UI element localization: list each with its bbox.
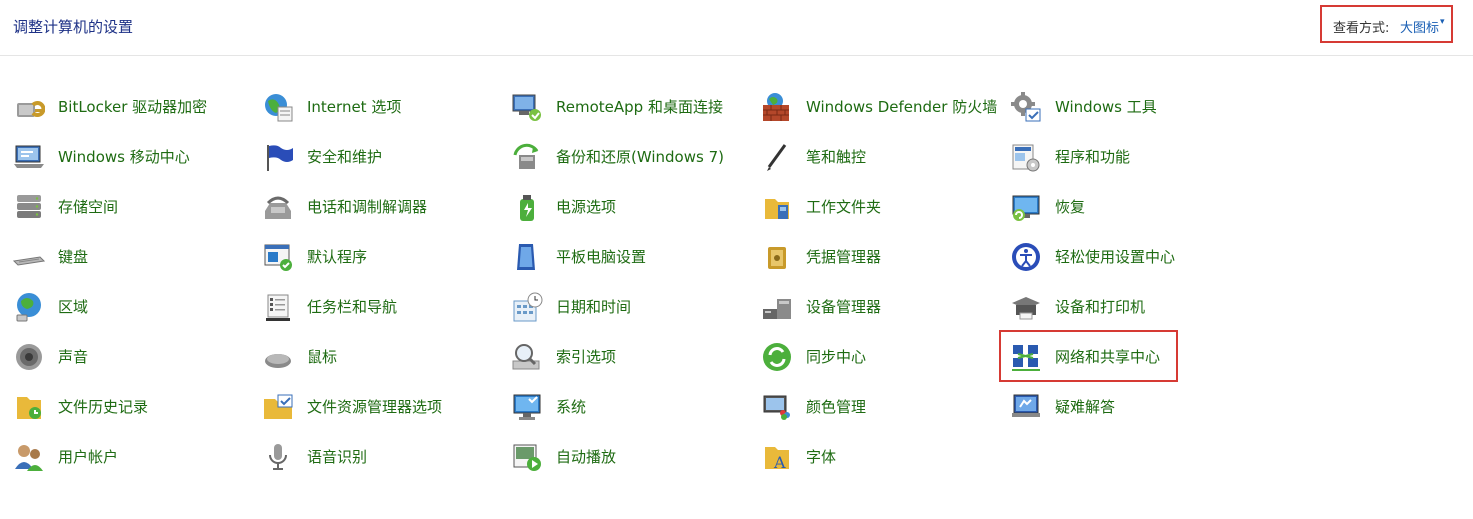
ease-of-access-icon [1009, 240, 1043, 274]
control-panel-items: BitLocker 驱动器加密 Internet 选项 RemoteApp 和桌… [12, 82, 1262, 482]
item-system[interactable]: 系统 [510, 382, 760, 432]
item-sync-center[interactable]: 同步中心 [760, 332, 1009, 382]
troubleshooting-icon [1009, 390, 1043, 424]
item-region[interactable]: 区域 [12, 282, 261, 332]
item-backup-restore[interactable]: 备份和还原(Windows 7) [510, 132, 760, 182]
user-accounts-icon [12, 440, 46, 474]
view-by-label: 查看方式: [1333, 21, 1390, 36]
keyboard-icon [12, 240, 46, 274]
pen-touch-icon [760, 140, 794, 174]
sync-center-icon [760, 340, 794, 374]
indexing-options-icon [510, 340, 544, 374]
chevron-down-icon[interactable]: ▾ [1440, 17, 1445, 27]
item-windows-tools[interactable]: Windows 工具 [1009, 82, 1258, 132]
phone-modem-icon [261, 190, 295, 224]
internet-options-icon [261, 90, 295, 124]
item-default-programs[interactable]: 默认程序 [261, 232, 510, 282]
device-manager-icon [760, 290, 794, 324]
mouse-icon [261, 340, 295, 374]
item-firewall[interactable]: Windows Defender 防火墙 [760, 82, 1009, 132]
item-remoteapp[interactable]: RemoteApp 和桌面连接 [510, 82, 760, 132]
svg-text:A: A [773, 453, 786, 472]
item-color-management[interactable]: 颜色管理 [760, 382, 1009, 432]
recovery-icon [1009, 190, 1043, 224]
item-storage-spaces[interactable]: 存储空间 [12, 182, 261, 232]
item-keyboard[interactable]: 键盘 [12, 232, 261, 282]
header-bar: 调整计算机的设置 查看方式: 大图标 ▾ [0, 0, 1473, 56]
item-tablet-settings[interactable]: 平板电脑设置 [510, 232, 760, 282]
credential-manager-icon [760, 240, 794, 274]
item-sound[interactable]: 声音 [12, 332, 261, 382]
sound-icon [12, 340, 46, 374]
item-mobility-center[interactable]: Windows 移动中心 [12, 132, 261, 182]
programs-features-icon [1009, 140, 1043, 174]
power-options-icon [510, 190, 544, 224]
item-troubleshooting[interactable]: 疑难解答 [1009, 382, 1258, 432]
date-time-icon [510, 290, 544, 324]
security-maintenance-icon [261, 140, 295, 174]
region-icon [12, 290, 46, 324]
storage-spaces-icon [12, 190, 46, 224]
item-indexing-options[interactable]: 索引选项 [510, 332, 760, 382]
speech-recognition-icon [261, 440, 295, 474]
item-mouse[interactable]: 鼠标 [261, 332, 510, 382]
item-speech-recognition[interactable]: 语音识别 [261, 432, 510, 482]
work-folders-icon [760, 190, 794, 224]
item-file-history[interactable]: 文件历史记录 [12, 382, 261, 432]
item-recovery[interactable]: 恢复 [1009, 182, 1258, 232]
item-autoplay[interactable]: 自动播放 [510, 432, 760, 482]
firewall-icon [760, 90, 794, 124]
item-internet-options[interactable]: Internet 选项 [261, 82, 510, 132]
item-date-time[interactable]: 日期和时间 [510, 282, 760, 332]
item-network-sharing[interactable]: 网络和共享中心 [999, 330, 1258, 382]
file-explorer-options-icon [261, 390, 295, 424]
autoplay-icon [510, 440, 544, 474]
item-power-options[interactable]: 电源选项 [510, 182, 760, 232]
remoteapp-icon [510, 90, 544, 124]
item-bitlocker[interactable]: BitLocker 驱动器加密 [12, 82, 261, 132]
item-programs-features[interactable]: 程序和功能 [1009, 132, 1258, 182]
mobility-center-icon [12, 140, 46, 174]
taskbar-navigation-icon [261, 290, 295, 324]
page-title: 调整计算机的设置 [13, 18, 134, 36]
file-history-icon [12, 390, 46, 424]
color-management-icon [760, 390, 794, 424]
bitlocker-icon [12, 90, 46, 124]
devices-printers-icon [1009, 290, 1043, 324]
network-sharing-icon [1009, 340, 1043, 374]
windows-tools-icon [1009, 90, 1043, 124]
tablet-settings-icon [510, 240, 544, 274]
item-user-accounts[interactable]: 用户帐户 [12, 432, 261, 482]
item-file-explorer-options[interactable]: 文件资源管理器选项 [261, 382, 510, 432]
item-credential-manager[interactable]: 凭据管理器 [760, 232, 1009, 282]
system-icon [510, 390, 544, 424]
item-pen-touch[interactable]: 笔和触控 [760, 132, 1009, 182]
backup-restore-icon [510, 140, 544, 174]
default-programs-icon [261, 240, 295, 274]
item-work-folders[interactable]: 工作文件夹 [760, 182, 1009, 232]
item-phone-modem[interactable]: 电话和调制解调器 [261, 182, 510, 232]
item-ease-of-access[interactable]: 轻松使用设置中心 [1009, 232, 1258, 282]
item-devices-printers[interactable]: 设备和打印机 [1009, 282, 1258, 332]
item-fonts[interactable]: A 字体 [760, 432, 1009, 482]
item-taskbar-navigation[interactable]: 任务栏和导航 [261, 282, 510, 332]
item-device-manager[interactable]: 设备管理器 [760, 282, 1009, 332]
fonts-icon: A [760, 440, 794, 474]
item-security-maintenance[interactable]: 安全和维护 [261, 132, 510, 182]
view-by-dropdown[interactable]: 大图标 [1400, 17, 1439, 36]
